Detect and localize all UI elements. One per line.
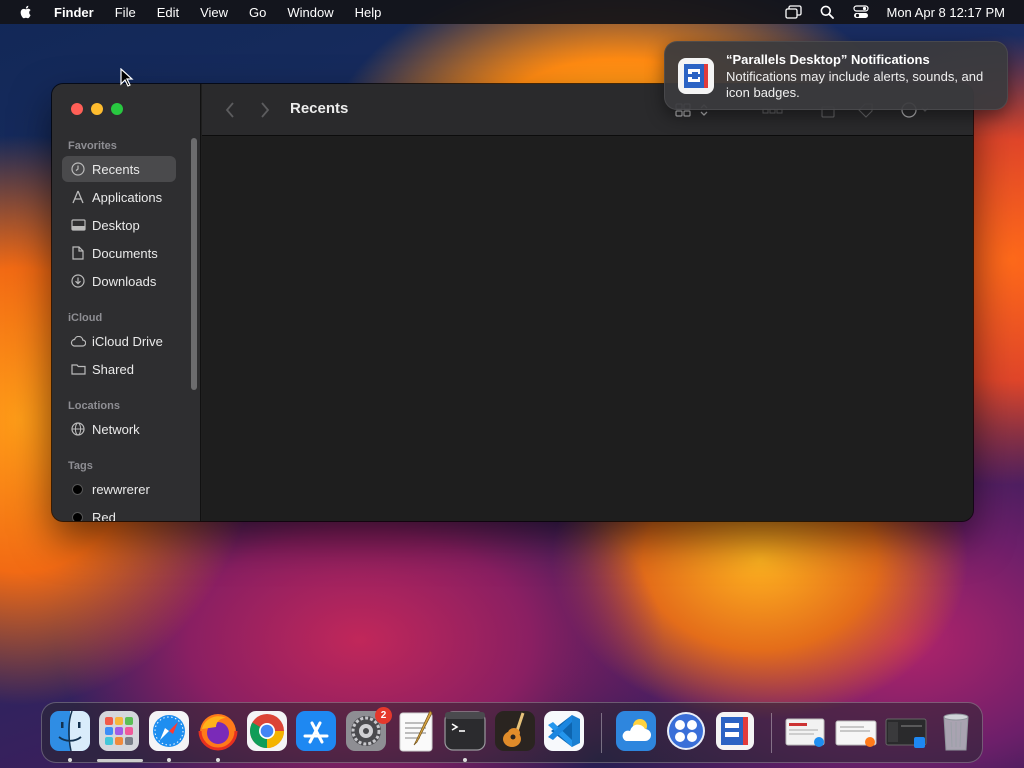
sidebar-section-tags: Tags [68, 460, 93, 472]
weather-icon[interactable] [614, 709, 658, 753]
parallels-desktop-icon [678, 58, 714, 94]
finder-icon[interactable] [48, 709, 92, 753]
dock: 2 [41, 702, 983, 763]
sidebar-item-icloud-drive[interactable]: iCloud Drive [62, 328, 176, 354]
sidebar-item-label: Downloads [92, 273, 157, 289]
firefox-icon[interactable] [196, 709, 240, 753]
finder-content-area[interactable] [202, 137, 973, 521]
sidebar-item-applications[interactable]: Applications [62, 184, 176, 210]
running-indicator [216, 758, 220, 762]
minimize-window-button[interactable] [91, 103, 103, 115]
tag-color-dot [72, 483, 83, 495]
dock-separator [601, 713, 602, 753]
notification-badge: 2 [375, 707, 392, 724]
menu-go[interactable]: Go [249, 5, 266, 20]
sidebar-item-label: iCloud Drive [92, 333, 163, 349]
textedit-icon[interactable] [394, 709, 438, 753]
forward-icon[interactable] [255, 100, 275, 120]
cloud-icon [70, 333, 86, 349]
sidebar-item-label: Applications [92, 189, 163, 205]
vscode-icon[interactable] [542, 709, 586, 753]
download-icon [70, 273, 86, 289]
sidebar-item-tag-red[interactable]: Red [62, 504, 176, 521]
spotlight-search-icon[interactable] [818, 4, 836, 20]
sidebar-item-label: Desktop [92, 217, 140, 233]
sidebar-item-label: Shared [92, 361, 134, 377]
control-center-icon[interactable] [852, 4, 870, 20]
clock-icon [70, 161, 86, 177]
launchpad-icon[interactable] [97, 709, 141, 753]
tag-color-dot [72, 511, 83, 521]
sidebar-item-label: Documents [92, 245, 158, 261]
dock-separator [771, 713, 772, 753]
menu-help[interactable]: Help [355, 5, 382, 20]
parallels-desktop-icon[interactable] [713, 709, 757, 753]
recent-window-icon[interactable] [884, 709, 928, 753]
menu-view[interactable]: View [200, 5, 228, 20]
window-title: Recents [290, 100, 349, 117]
sidebar-section-icloud: iCloud [68, 312, 103, 324]
garageband-icon[interactable] [493, 709, 537, 753]
sidebar-item-label: Recents [92, 161, 140, 177]
launchpad-indicator [97, 759, 143, 762]
notification-banner[interactable]: “Parallels Desktop” Notifications Notifi… [664, 41, 1008, 110]
menu-bar: Finder File Edit View Go Window Help Mon… [0, 0, 1024, 24]
menu-app-name[interactable]: Finder [54, 5, 94, 20]
sidebar-item-recents[interactable]: Recents [62, 156, 176, 182]
mouse-pointer-icon [120, 68, 134, 87]
sidebar-item-downloads[interactable]: Downloads [62, 268, 176, 294]
apple-menu-icon[interactable] [18, 4, 34, 20]
recent-document-1-icon[interactable] [784, 709, 828, 753]
sidebar-item-tag-rewwrerer[interactable]: rewwrerer [62, 476, 176, 502]
running-indicator [167, 758, 171, 762]
sidebar-section-locations: Locations [68, 400, 120, 412]
sidebar-item-shared[interactable]: Shared [62, 356, 176, 382]
running-indicator [463, 758, 467, 762]
sidebar-item-label: rewwrerer [92, 481, 150, 497]
sidebar-item-label: Network [92, 421, 140, 437]
document-icon [70, 245, 86, 261]
globe-icon [70, 421, 86, 437]
close-window-button[interactable] [71, 103, 83, 115]
back-icon[interactable] [220, 100, 240, 120]
menu-clock[interactable]: Mon Apr 8 12:17 PM [886, 5, 1005, 20]
running-indicator [68, 758, 72, 762]
sidebar-section-favorites: Favorites [68, 140, 117, 152]
safari-icon[interactable] [147, 709, 191, 753]
trash-icon[interactable] [934, 709, 978, 753]
sidebar-item-desktop[interactable]: Desktop [62, 212, 176, 238]
sidebar-item-label: Red [92, 509, 116, 522]
sidebar-item-documents[interactable]: Documents [62, 240, 176, 266]
chrome-icon[interactable] [245, 709, 289, 753]
recent-document-2-icon[interactable] [834, 709, 878, 753]
screen-mirroring-icon[interactable] [784, 4, 802, 20]
zoom-window-button[interactable] [111, 103, 123, 115]
app-store-icon[interactable] [294, 709, 338, 753]
menu-edit[interactable]: Edit [157, 5, 179, 20]
parallels-toolbox-icon[interactable] [664, 709, 708, 753]
finder-window: Favorites Recents Applications Desktop D… [52, 84, 973, 521]
finder-sidebar: Favorites Recents Applications Desktop D… [52, 84, 201, 521]
shared-folder-icon [70, 361, 86, 377]
desktop-icon [70, 217, 86, 233]
menu-file[interactable]: File [115, 5, 136, 20]
notification-body: Notifications may include alerts, sounds… [726, 69, 984, 100]
menu-window[interactable]: Window [287, 5, 333, 20]
applications-icon [70, 189, 86, 205]
terminal-icon[interactable] [443, 709, 487, 753]
sidebar-item-network[interactable]: Network [62, 416, 176, 442]
sidebar-scrollbar[interactable] [191, 138, 197, 390]
notification-title: “Parallels Desktop” Notifications [726, 52, 930, 67]
